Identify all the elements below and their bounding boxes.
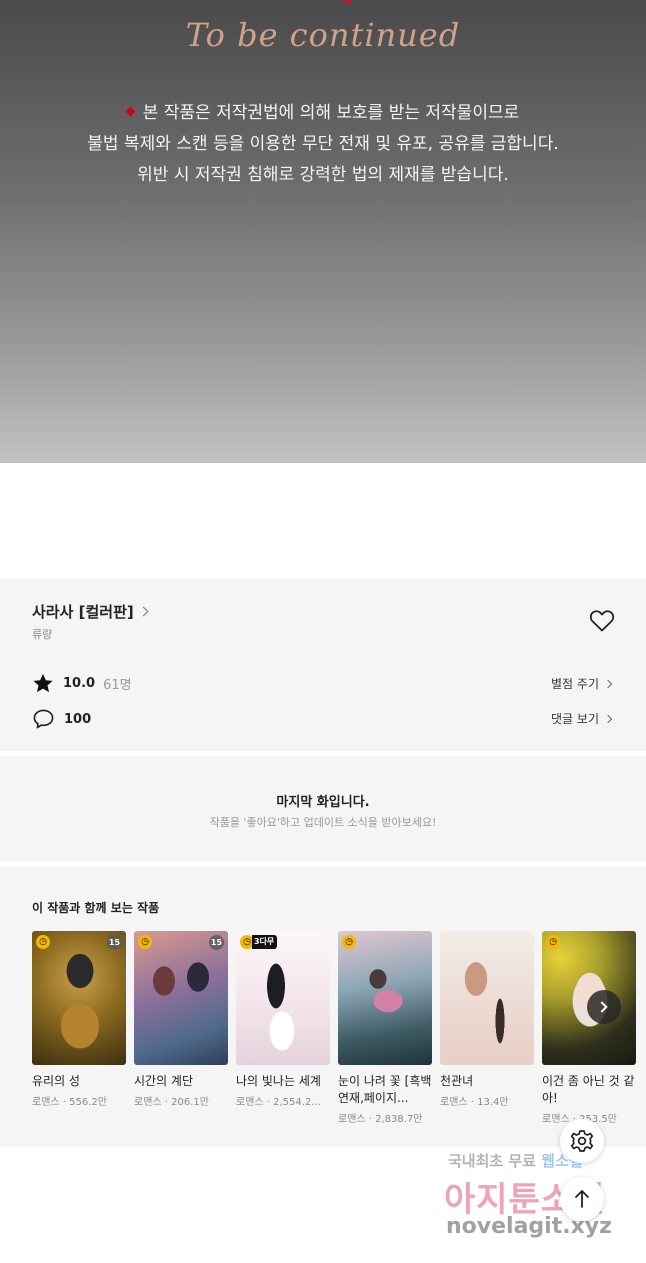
recommended-work-card[interactable]: ◷ 3다무 나의 빛나는 세계 로맨스 · 2,554.2... xyxy=(236,931,330,1108)
recommendations-heading: 이 작품과 함께 보는 작품 xyxy=(32,901,160,915)
chevron-right-icon xyxy=(138,606,149,617)
recommended-work-title: 눈이 나려 꽃 [흑백연재,페이지... xyxy=(338,1074,432,1105)
recommended-work-meta: 로맨스 · 206.1만 xyxy=(134,1097,209,1108)
rating-row: 10.0 61명 xyxy=(32,673,132,694)
recommended-work-meta: 로맨스 · 2,554.2... xyxy=(236,1097,321,1108)
recommended-work-title: 나의 빛나는 세계 xyxy=(236,1074,321,1088)
cover-art-figure xyxy=(236,931,330,1065)
recommendations-carousel[interactable]: ◷ 15 유리의 성 로맨스 · 556.2만 ◷ 15 시간의 계단 로맨스 … xyxy=(32,931,646,1147)
recommended-work-card[interactable]: ◷ 15 유리의 성 로맨스 · 556.2만 xyxy=(32,931,126,1108)
recommended-work-title: 유리의 성 xyxy=(32,1074,80,1088)
recommended-work-card[interactable]: ◷ 이건 좀 아닌 것 같아! 로맨스 · 253.5만 xyxy=(542,931,636,1125)
wait-free-clock-icon: ◷ xyxy=(138,935,152,949)
work-thumbnail xyxy=(440,931,534,1065)
recommended-work-title: 이건 좀 아닌 것 같아! xyxy=(542,1074,635,1105)
copyright-notice: 본 작품은 저작권법에 의해 보호를 받는 저작물이므로 불법 복제와 스캔 등… xyxy=(0,98,646,191)
carousel-next-button[interactable] xyxy=(587,990,621,1024)
red-diamond-icon xyxy=(125,106,136,117)
rate-work-link[interactable]: 별점 주기 xyxy=(551,675,613,692)
top-mark-decoration xyxy=(342,0,353,5)
view-comments-label: 댓글 보기 xyxy=(551,712,599,726)
age-rating-badge: 15 xyxy=(107,935,122,950)
recommended-work-card[interactable]: 천관녀 로맨스 · 13.4만 xyxy=(440,931,534,1108)
copyright-notice-line: 위반 시 저작권 침해로 강력한 법의 제재를 받습니다. xyxy=(137,165,509,185)
recommended-work-meta: 로맨스 · 556.2만 xyxy=(32,1097,107,1108)
chevron-right-icon xyxy=(596,1001,608,1013)
cover-art-figure xyxy=(440,931,534,1065)
chevron-right-icon xyxy=(603,714,613,723)
work-info-panel: 사라사 [컬러판] 류량 10.0 61명 별점 주기 100 댓글 보기 xyxy=(0,579,646,751)
gear-icon xyxy=(570,1130,594,1152)
copyright-notice-line: 본 작품은 저작권법에 의해 보호를 받는 저작물이므로 xyxy=(0,98,646,129)
cover-art-figure xyxy=(338,931,432,1065)
last-episode-subtitle: 작품을 '좋아요'하고 업데이트 소식을 받아보세요! xyxy=(209,816,437,829)
star-icon xyxy=(33,673,53,693)
wait-free-clock-icon: ◷ xyxy=(546,935,560,949)
work-thumbnail: ◷ xyxy=(338,931,432,1065)
recommended-work-title: 시간의 계단 xyxy=(134,1074,194,1088)
recommended-work-card[interactable]: ◷ 눈이 나려 꽃 [흑백연재,페이지... 로맨스 · 2,838.7만 xyxy=(338,931,432,1125)
work-title-link[interactable]: 사라사 [컬러판] xyxy=(32,601,149,622)
chevron-right-icon xyxy=(603,679,613,688)
comment-count: 100 xyxy=(64,711,92,727)
last-episode-title: 마지막 화입니다. xyxy=(276,795,370,810)
rating-score: 10.0 xyxy=(63,676,96,691)
rating-count: 61명 xyxy=(103,678,132,693)
wait-badge-label: 3다무 xyxy=(252,935,278,949)
recommended-work-card[interactable]: ◷ 15 시간의 계단 로맨스 · 206.1만 xyxy=(134,931,228,1108)
like-button[interactable] xyxy=(589,609,615,633)
comment-icon xyxy=(33,709,54,729)
author-name: 류량 xyxy=(32,628,53,641)
work-thumbnail: ◷ 15 xyxy=(32,931,126,1065)
age-rating-badge: 15 xyxy=(209,935,224,950)
copyright-notice-line: 불법 복제와 스캔 등을 이용한 무단 전재 및 유포, 공유를 금합니다. xyxy=(87,134,559,154)
site-watermark: 국내최초 무료 웹소설 아지툰소설 novelagit.xyz xyxy=(440,1150,640,1250)
comment-row: 100 xyxy=(32,708,91,730)
cover-art-figure xyxy=(32,931,126,1065)
scroll-to-top-button[interactable] xyxy=(560,1177,604,1221)
recommended-work-meta: 로맨스 · 13.4만 xyxy=(440,1097,509,1108)
to-be-continued-text: To be continued xyxy=(185,16,461,54)
work-title: 사라사 [컬러판] xyxy=(32,603,134,621)
work-thumbnail: ◷ 15 xyxy=(134,931,228,1065)
cover-art-figure xyxy=(134,931,228,1065)
rate-work-label: 별점 주기 xyxy=(551,677,599,691)
work-thumbnail: ◷ 3다무 xyxy=(236,931,330,1065)
viewer-settings-button[interactable] xyxy=(560,1119,604,1163)
view-comments-link[interactable]: 댓글 보기 xyxy=(551,710,613,727)
recommended-work-meta: 로맨스 · 2,838.7만 xyxy=(338,1114,423,1125)
heart-icon xyxy=(589,610,615,632)
recommendations-panel: 이 작품과 함께 보는 작품 ◷ 15 유리의 성 로맨스 · 556.2만 ◷… xyxy=(0,867,646,1147)
wait-badge: ◷ 3다무 xyxy=(240,935,278,949)
wait-free-clock-icon: ◷ xyxy=(342,935,356,949)
recommended-work-title: 천관녀 xyxy=(440,1074,474,1088)
end-of-chapter-banner: To be continued 본 작품은 저작권법에 의해 보호를 받는 저작… xyxy=(0,0,646,463)
last-episode-panel: 마지막 화입니다. 작품을 '좋아요'하고 업데이트 소식을 받아보세요! xyxy=(0,756,646,861)
wait-free-clock-icon: ◷ xyxy=(36,935,50,949)
arrow-up-icon xyxy=(575,1190,589,1208)
